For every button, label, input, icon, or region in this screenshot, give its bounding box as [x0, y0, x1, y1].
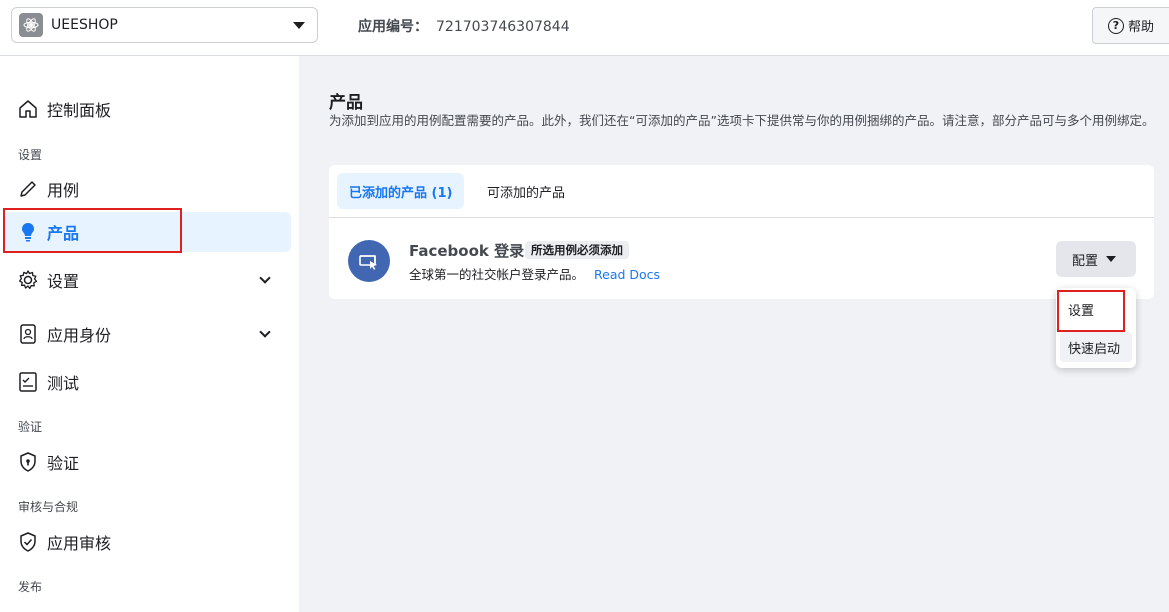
sidebar-item-label: 测试 — [47, 374, 80, 393]
top-bar: UEESHOP 应用编号： 721703746307844 ? 帮助 — [0, 0, 1169, 56]
shield-keyhole-icon — [16, 450, 40, 474]
config-dropdown-menu: 设置 快速启动 — [1056, 288, 1136, 368]
shield-check-icon — [16, 530, 40, 554]
caret-down-icon — [1106, 256, 1117, 262]
pencil-icon — [16, 177, 40, 201]
sidebar-item-app-roles[interactable]: 应用身份 — [5, 314, 291, 354]
help-button[interactable]: ? 帮助 — [1092, 7, 1169, 44]
page-title: 产品 — [329, 93, 363, 113]
home-icon — [16, 97, 40, 121]
lightbulb-icon — [16, 220, 40, 244]
main-content: 产品 为添加到应用的用例配置需要的产品。此外，我们还在“可添加的产品”选项卡下提… — [299, 56, 1169, 612]
help-icon: ? — [1108, 17, 1124, 34]
app-id: 应用编号： 721703746307844 — [358, 16, 570, 36]
page-description: 为添加到应用的用例配置需要的产品。此外，我们还在“可添加的产品”选项卡下提供常与… — [329, 113, 1155, 128]
sidebar-item-label: 验证 — [47, 454, 80, 473]
menu-item-quick-start[interactable]: 快速启动 — [1060, 332, 1132, 362]
tab-available-products[interactable]: 可添加的产品 — [475, 173, 577, 209]
sidebar-item-dashboard[interactable]: 控制面板 — [5, 89, 291, 129]
sidebar-item-label: 设置 — [47, 272, 80, 291]
sidebar-item-label: 控制面板 — [47, 101, 112, 120]
id-badge-icon — [16, 322, 40, 346]
read-docs-link[interactable]: Read Docs — [594, 267, 660, 282]
sidebar-item-label: 应用身份 — [47, 326, 112, 345]
config-button[interactable]: 配置 — [1056, 241, 1136, 277]
product-description-text: 全球第一的社交帐户登录产品。 — [409, 267, 585, 282]
chevron-down-icon — [259, 272, 271, 284]
app-selector[interactable]: UEESHOP — [11, 7, 318, 43]
config-label: 配置 — [1072, 253, 1099, 269]
section-label-review: 审核与合规 — [18, 500, 79, 514]
sidebar-item-label: 产品 — [47, 224, 80, 243]
chevron-down-icon — [259, 326, 271, 338]
sidebar-item-verification[interactable]: 验证 — [5, 442, 291, 482]
products-card: 已添加的产品 (1) 可添加的产品 Facebook 登录 所选用例必须添加 全… — [329, 165, 1154, 299]
menu-item-settings[interactable]: 设置 — [1060, 294, 1132, 324]
section-label-publish: 发布 — [18, 580, 43, 594]
tabs: 已添加的产品 (1) 可添加的产品 — [329, 165, 1154, 218]
app-id-value: 721703746307844 — [436, 19, 570, 35]
sidebar: 控制面板 设置 用例 产品 设置 应用身份 测试 验证 验证 审核与合规 应用审… — [0, 56, 299, 612]
section-label-settings: 设置 — [18, 148, 43, 162]
sidebar-item-settings[interactable]: 设置 — [5, 260, 291, 300]
checklist-icon — [16, 370, 40, 394]
product-row: Facebook 登录 所选用例必须添加 全球第一的社交帐户登录产品。 Read … — [329, 219, 1154, 299]
sidebar-item-use-cases[interactable]: 用例 — [5, 169, 291, 209]
app-name: UEESHOP — [51, 17, 118, 33]
help-label: 帮助 — [1128, 20, 1155, 35]
sidebar-item-testing[interactable]: 测试 — [5, 362, 291, 402]
login-icon — [348, 240, 390, 282]
app-id-label: 应用编号： — [358, 19, 428, 35]
product-name: Facebook 登录 — [409, 242, 525, 260]
gear-icon — [16, 268, 40, 292]
sidebar-item-app-review[interactable]: 应用审核 — [5, 522, 291, 562]
section-label-verification: 验证 — [18, 420, 43, 434]
chevron-down-icon — [293, 21, 305, 29]
required-badge: 所选用例必须添加 — [525, 241, 629, 259]
sidebar-item-label: 应用审核 — [47, 534, 112, 553]
sidebar-item-products[interactable]: 产品 — [5, 212, 291, 252]
sidebar-item-label: 用例 — [47, 181, 80, 200]
tab-added-products[interactable]: 已添加的产品 (1) — [337, 173, 465, 209]
product-description: 全球第一的社交帐户登录产品。 Read Docs — [409, 264, 660, 283]
app-logo-icon — [19, 13, 43, 37]
